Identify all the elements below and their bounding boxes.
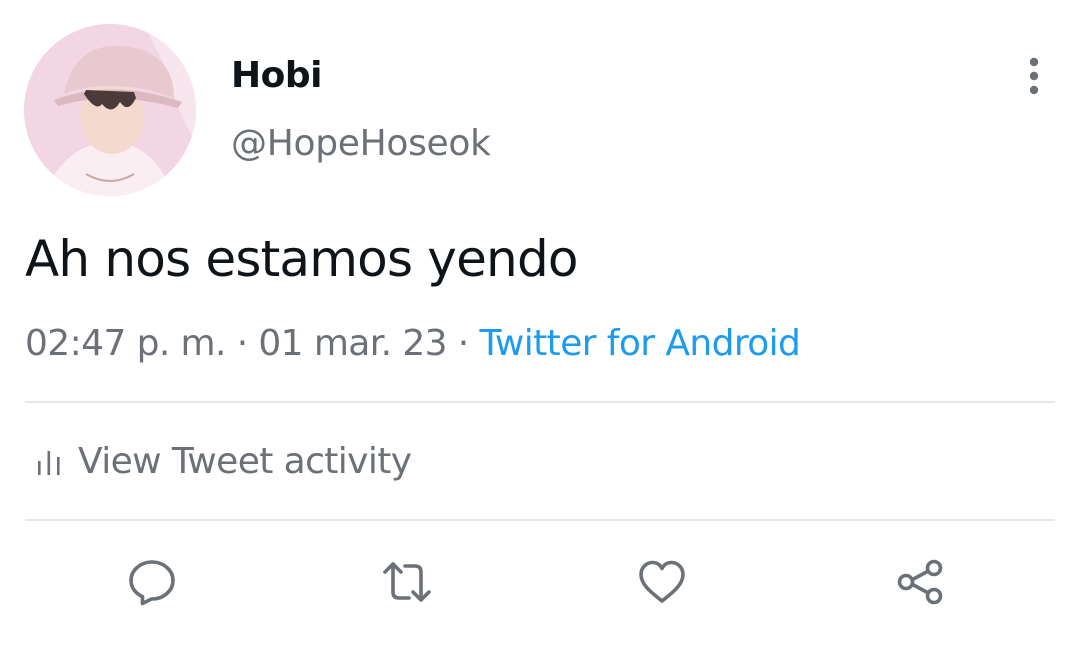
more-vertical-icon xyxy=(1029,57,1039,95)
tweet-metadata: 02:47 p. m. · 01 mar. 23 · Twitter for A… xyxy=(25,320,801,368)
reply-button[interactable] xyxy=(126,556,178,608)
like-heart-icon xyxy=(639,560,685,603)
divider xyxy=(25,401,1055,403)
share-icon xyxy=(897,559,943,605)
retweet-icon xyxy=(383,562,431,602)
avatar-image xyxy=(24,24,196,196)
tweet-text: Ah nos estamos yendo xyxy=(25,230,578,288)
reply-icon xyxy=(129,560,175,606)
author-handle[interactable]: @HopeHoseok xyxy=(231,122,491,166)
bar-chart-icon xyxy=(38,451,60,475)
retweet-button[interactable] xyxy=(381,556,433,608)
tweet-time[interactable]: 02:47 p. m. xyxy=(25,323,226,364)
tweet-date[interactable]: 01 mar. 23 xyxy=(258,323,447,364)
meta-separator: · xyxy=(236,323,248,364)
meta-separator: · xyxy=(457,323,469,364)
tweet-source-link[interactable]: Twitter for Android xyxy=(479,323,800,364)
view-tweet-activity-button[interactable]: View Tweet activity xyxy=(36,438,412,486)
avatar[interactable] xyxy=(24,24,196,196)
view-tweet-activity-label: View Tweet activity xyxy=(78,441,412,482)
like-button[interactable] xyxy=(636,556,688,608)
share-button[interactable] xyxy=(894,556,946,608)
author-display-name[interactable]: Hobi xyxy=(231,54,322,98)
divider xyxy=(25,519,1055,521)
more-options-button[interactable] xyxy=(1016,56,1052,96)
